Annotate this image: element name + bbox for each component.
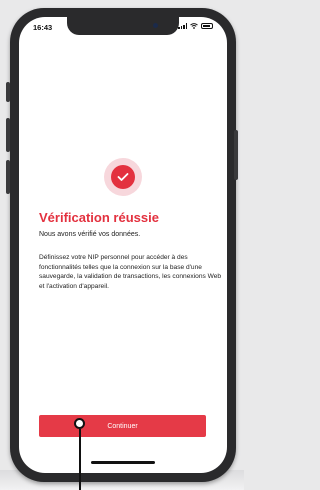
wifi-icon bbox=[190, 23, 198, 29]
page-subtitle: Nous avons vérifié vos données. bbox=[39, 231, 141, 238]
volume-down-button bbox=[6, 160, 10, 194]
success-badge bbox=[104, 158, 142, 196]
tap-indicator-line bbox=[79, 429, 81, 490]
signal-icon bbox=[178, 23, 187, 29]
volume-up-button bbox=[6, 118, 10, 152]
silent-switch bbox=[6, 82, 10, 102]
phone-screen: 16:43 Vérification réussie Nous avons vé… bbox=[19, 17, 227, 473]
battery-icon bbox=[201, 23, 213, 29]
notch bbox=[67, 17, 179, 35]
status-icons bbox=[178, 23, 213, 29]
camera-icon bbox=[153, 23, 158, 28]
checkmark-icon bbox=[117, 173, 129, 181]
home-indicator bbox=[91, 461, 155, 464]
success-circle bbox=[111, 165, 135, 189]
status-time: 16:43 bbox=[33, 23, 53, 32]
tap-indicator bbox=[74, 418, 85, 429]
page-title: Vérification réussie bbox=[39, 210, 159, 225]
description-text: Définissez votre NIP personnel pour accé… bbox=[39, 254, 222, 290]
power-button bbox=[234, 130, 238, 180]
continue-button[interactable]: Continuer bbox=[39, 415, 206, 437]
